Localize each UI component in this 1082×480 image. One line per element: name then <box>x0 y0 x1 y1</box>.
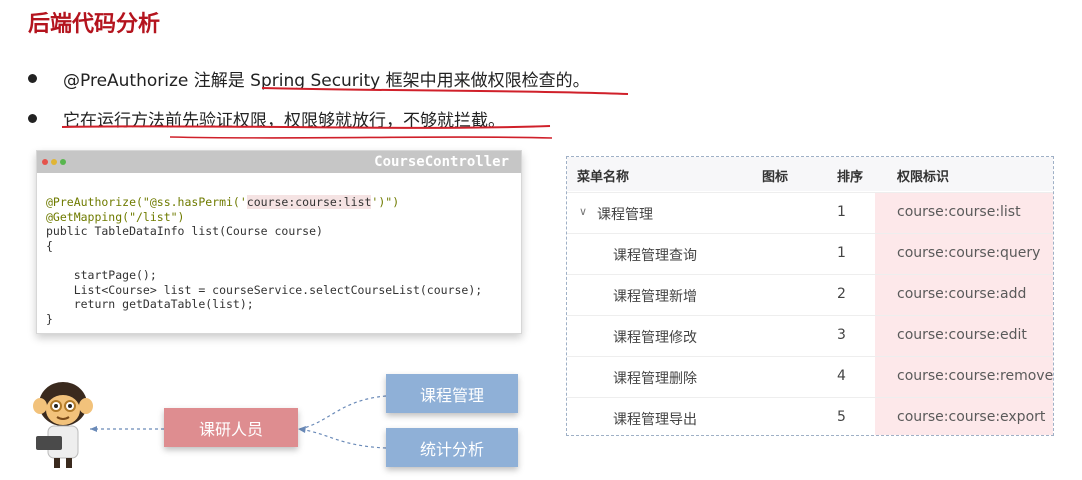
row-permission-cell: course:course:query <box>875 234 1053 275</box>
row-permission: course:course:list <box>897 204 1021 220</box>
row-permission-cell: course:course:list <box>875 193 1053 234</box>
menu-box-course: 课程管理 <box>386 374 518 413</box>
connector-line <box>299 395 387 430</box>
table-row[interactable]: 课程管理新增 2 course:course:add <box>567 274 1053 316</box>
table-row[interactable]: 课程管理修改 3 course:course:edit <box>567 315 1053 357</box>
underline-stroke-2 <box>61 125 551 129</box>
row-sort: 3 <box>837 327 846 343</box>
table-header: 菜单名称 图标 排序 权限标识 <box>567 157 1053 191</box>
row-name: 课程管理导出 <box>613 412 697 428</box>
code-annotation-end: ')") <box>371 195 400 209</box>
menu-permission-table: 菜单名称 图标 排序 权限标识 ∨ 课程管理 1 course:course:l… <box>566 156 1054 436</box>
row-permission-cell: course:course:add <box>875 275 1053 316</box>
row-permission: course:course:export <box>897 409 1046 425</box>
window-close-dot-icon <box>42 159 48 165</box>
code-line: public TableDataInfo list(Course course) <box>46 224 323 239</box>
connector-arrowhead-icon <box>90 426 97 432</box>
code-line: } <box>46 311 53 326</box>
row-name: 课程管理 <box>597 207 653 223</box>
window-minimize-dot-icon <box>51 159 57 165</box>
row-permission: course:course:query <box>897 245 1041 261</box>
code-line: { <box>46 238 53 253</box>
row-permission-cell: course:course:remove <box>875 357 1053 398</box>
header-icon: 图标 <box>762 170 789 185</box>
menu-box-statistics: 统计分析 <box>386 428 518 467</box>
row-name: 课程管理删除 <box>613 371 697 387</box>
table-row[interactable]: 课程管理删除 4 course:course:remove <box>567 356 1053 398</box>
connector-arrowhead-icon <box>298 426 306 433</box>
header-permission: 权限标识 <box>897 170 950 185</box>
code-line: @GetMapping("/list") <box>46 209 185 224</box>
row-name: 课程管理修改 <box>613 330 697 346</box>
row-name: 课程管理查询 <box>613 248 697 264</box>
row-permission: course:course:remove <box>897 368 1054 384</box>
row-name: 课程管理新增 <box>613 289 697 305</box>
row-sort: 4 <box>837 368 846 384</box>
code-window-title: CourseController <box>374 154 509 170</box>
role-box: 课研人员 <box>164 408 298 447</box>
row-permission: course:course:add <box>897 286 1027 302</box>
header-menu-name: 菜单名称 <box>577 170 630 185</box>
underline-stroke-1 <box>261 87 629 95</box>
code-line: List<Course> list = courseService.select… <box>46 282 483 297</box>
connector-line <box>299 428 387 449</box>
row-sort: 1 <box>837 204 846 220</box>
window-maximize-dot-icon <box>60 159 66 165</box>
table-row[interactable]: 课程管理导出 5 course:course:export <box>567 397 1053 435</box>
row-permission: course:course:edit <box>897 327 1027 343</box>
row-sort: 5 <box>837 409 846 425</box>
chevron-down-icon[interactable]: ∨ <box>579 205 587 218</box>
row-permission-cell: course:course:export <box>875 398 1053 435</box>
row-permission-cell: course:course:edit <box>875 316 1053 357</box>
table-row[interactable]: 课程管理查询 1 course:course:query <box>567 233 1053 275</box>
code-permission-highlight: course:course:list <box>246 195 372 209</box>
code-line: startPage(); <box>46 267 157 282</box>
code-annotation: @PreAuthorize("@ss.hasPermi(' <box>46 195 247 209</box>
row-sort: 2 <box>837 286 846 302</box>
table-row[interactable]: ∨ 课程管理 1 course:course:list <box>567 192 1053 234</box>
code-line: return getDataTable(list); <box>46 297 254 312</box>
code-block: @PreAuthorize("@ss.hasPermi('course:cour… <box>46 195 482 326</box>
code-window: CourseController @PreAuthorize("@ss.hasP… <box>36 150 522 334</box>
handdrawn-underline-marks <box>61 87 629 139</box>
row-sort: 1 <box>837 245 846 261</box>
header-sort: 排序 <box>837 170 864 185</box>
underline-stroke-3 <box>169 136 553 139</box>
code-window-titlebar: CourseController <box>37 151 521 173</box>
